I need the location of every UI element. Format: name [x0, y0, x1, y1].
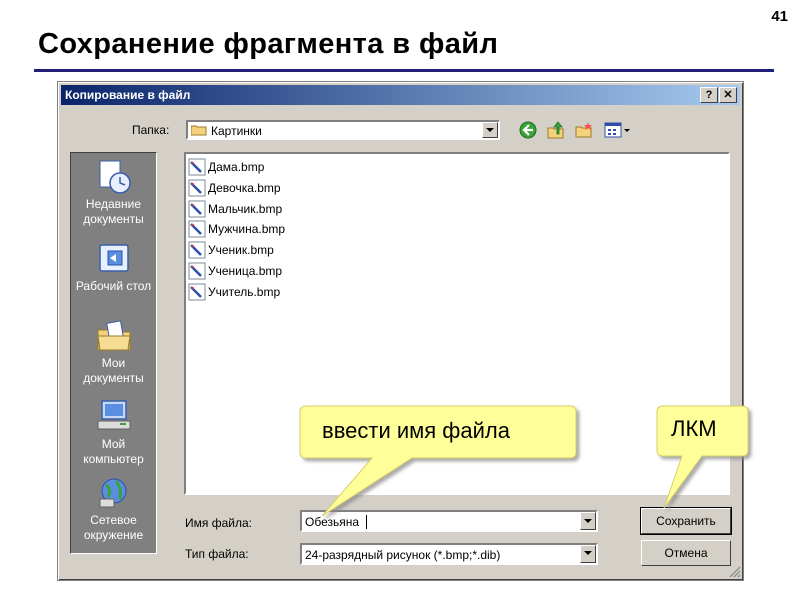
place-label: Рабочий стол	[75, 279, 152, 293]
slide-title: Сохранение фрагмента в файл	[38, 28, 499, 60]
file-name: Мужчина.bmp	[208, 222, 286, 236]
folder-value: Картинки	[211, 124, 262, 138]
file-name: Ученица.bmp	[208, 264, 283, 278]
file-name: Мальчик.bmp	[208, 202, 283, 216]
place-network[interactable]: Сетевое окружение	[71, 475, 156, 543]
up-folder-icon[interactable]	[546, 120, 566, 140]
place-my-documents[interactable]: Мои документы	[71, 318, 156, 386]
save-button[interactable]: Сохранить	[640, 507, 732, 535]
bmp-file-icon	[188, 241, 206, 259]
dialog-titlebar: Копирование в файл ? ✕	[61, 85, 740, 105]
folder-label: Папка:	[132, 123, 170, 137]
filetype-value: 24-разрядный рисунок (*.bmp;*.dib)	[305, 548, 501, 562]
place-desktop[interactable]: Рабочий стол	[71, 241, 156, 294]
filename-label: Имя файла:	[185, 516, 252, 530]
help-button[interactable]: ?	[700, 87, 718, 103]
filetype-dropdown[interactable]: 24-разрядный рисунок (*.bmp;*.dib)	[300, 543, 598, 565]
close-button[interactable]: ✕	[719, 87, 737, 103]
places-bar: Недавние документы Рабочий стол Мои доку…	[70, 152, 157, 554]
file-name: Дама.bmp	[208, 160, 265, 174]
network-places-icon	[99, 478, 126, 508]
bmp-file-icon	[188, 262, 206, 280]
save-dialog: Копирование в файл ? ✕ Папка: Картинки Н…	[57, 81, 744, 581]
filename-callout-text: ввести имя файла	[322, 418, 510, 443]
file-name: Учитель.bmp	[208, 285, 281, 299]
chevron-down-icon[interactable]	[482, 122, 498, 138]
chevron-down-icon[interactable]	[580, 512, 596, 530]
my-computer-icon	[97, 400, 130, 430]
click-callout-text: ЛКМ	[671, 416, 717, 441]
file-name: Девочка.bmp	[208, 181, 281, 195]
view-menu-icon[interactable]	[604, 120, 632, 140]
slide-number: 41	[771, 8, 788, 25]
file-name: Ученик.bmp	[208, 243, 274, 257]
new-folder-icon[interactable]	[574, 120, 594, 140]
place-label: Сетевое окружение	[83, 513, 144, 542]
place-label: Мой компьютер	[83, 437, 144, 466]
chevron-down-icon[interactable]	[580, 545, 596, 563]
title-rule	[34, 69, 774, 72]
bmp-file-icon	[188, 158, 206, 176]
my-documents-icon	[96, 320, 131, 351]
place-label: Недавние документы	[83, 197, 144, 226]
folder-icon	[191, 125, 207, 136]
bmp-file-icon	[188, 200, 206, 218]
bmp-file-icon	[188, 220, 206, 238]
recent-documents-icon	[99, 160, 131, 194]
folder-dropdown[interactable]: Картинки	[186, 120, 500, 140]
bmp-file-icon	[188, 179, 206, 197]
filetype-label: Тип файла:	[185, 547, 249, 561]
filename-value: Обезьяна	[305, 515, 360, 529]
desktop-icon	[98, 244, 129, 272]
place-my-computer[interactable]: Мой компьютер	[71, 399, 156, 467]
resize-grip-icon[interactable]	[729, 566, 741, 578]
text-caret	[366, 515, 367, 529]
cancel-button[interactable]: Отмена	[641, 540, 731, 566]
dialog-title: Копирование в файл	[65, 88, 191, 102]
bmp-file-icon	[188, 283, 206, 301]
place-recent-documents[interactable]: Недавние документы	[71, 159, 156, 227]
back-icon[interactable]	[518, 120, 538, 140]
filename-input[interactable]: Обезьяна	[300, 510, 598, 532]
place-label: Мои документы	[83, 356, 144, 385]
